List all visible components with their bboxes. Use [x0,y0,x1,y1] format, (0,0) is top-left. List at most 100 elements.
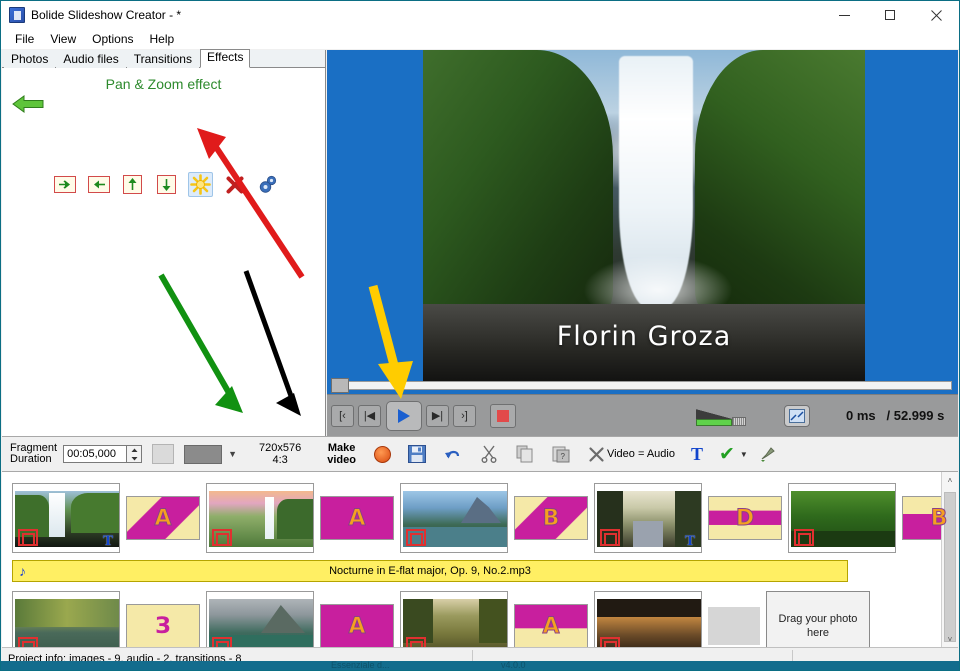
color-swatch-dark[interactable] [184,444,223,464]
pan-left-button[interactable] [86,172,111,197]
preview-image: Florin Groza [423,50,865,384]
cut-button[interactable] [479,444,499,464]
photo-thumb-2[interactable] [206,483,314,553]
next-frame-button[interactable]: ▶| [426,404,449,427]
effect-badge [212,637,232,647]
editor-toolbar: Fragment Duration ▼ 720x576 4:3 Make vid… [2,436,958,472]
apply-button[interactable]: ✔ [719,445,735,464]
transition-letter: B [930,505,948,531]
paste-icon: ? [552,446,570,463]
empty-slot[interactable] [708,607,760,645]
play-button[interactable] [386,400,422,431]
brush-icon [760,447,775,462]
zoom-burst-button[interactable] [188,172,213,197]
transition-thumb-8[interactable]: A [514,604,588,647]
tab-transitions[interactable]: Transitions [126,50,199,68]
transition-letter: A [348,505,366,531]
seek-thumb[interactable] [331,378,349,393]
paste-button[interactable]: ? [551,444,571,464]
copy-button[interactable] [515,444,535,464]
transition-thumb-7[interactable]: A [320,604,394,647]
color-dropdown-caret[interactable]: ▼ [228,449,237,459]
effect-settings-button[interactable] [256,172,281,197]
tab-effects[interactable]: Effects [199,49,251,68]
pan-left-icon [87,176,110,193]
scroll-up-button[interactable]: ˄ [942,472,958,488]
color-swatch-light[interactable] [152,444,175,464]
close-button[interactable] [913,1,959,29]
photo-thumb-1[interactable]: T [12,483,120,553]
photo-thumb-5[interactable] [788,483,896,553]
pan-down-icon [157,175,176,194]
transition-thumb-2[interactable]: A [320,496,394,540]
burn-disc-button[interactable] [373,445,391,463]
resolution-display[interactable]: 720x576 4:3 [259,442,301,466]
pan-right-icon [53,176,76,193]
delete-button[interactable] [587,444,607,464]
transition-thumb-1[interactable]: A [126,496,200,540]
transition-thumb-3[interactable]: B [514,496,588,540]
transition-letter: A [348,613,366,639]
volume-handle[interactable] [732,416,746,426]
fragment-duration-stepper[interactable] [127,445,143,463]
undo-button[interactable] [443,444,463,464]
go-to-start-button[interactable]: [‹ [331,404,354,427]
photo-thumb-4[interactable]: T [594,483,702,553]
scroll-down-button[interactable]: ˅ [942,631,958,647]
pan-down-button[interactable] [154,172,179,197]
transition-thumb-4[interactable]: D [708,496,782,540]
minimize-button[interactable] [821,1,867,29]
tab-strip: Photos Audio files Transitions Effects [2,49,325,68]
remove-effect-icon [226,176,243,193]
tab-audio-files[interactable]: Audio files [56,50,126,68]
drop-photo-placeholder[interactable]: Drag your photo here [766,591,870,647]
photo-thumb-7[interactable] [206,591,314,647]
save-button[interactable] [407,444,427,464]
background-window-left-text: Essenziale d... [331,660,390,670]
timeline-strip-1: T A A B T D B [2,482,958,554]
stop-button[interactable] [490,403,516,428]
make-video-line1: Make [327,442,356,454]
pane-title: Pan & Zoom effect [105,76,222,92]
player-controls: [‹ |◀ ▶| ›] 0 ms / 52.999 s [327,394,958,436]
make-video-button[interactable]: Make video [327,442,356,466]
photo-thumb-6[interactable] [12,591,120,647]
fragment-duration-input[interactable] [63,445,128,463]
fullscreen-button[interactable] [784,404,810,427]
text-badge: T [102,533,113,549]
fullscreen-icon [789,408,805,423]
transition-thumb-6[interactable]: З [126,604,200,647]
play-icon [398,408,410,423]
menu-file[interactable]: File [7,30,42,48]
menu-help[interactable]: Help [142,30,183,48]
seek-track[interactable] [331,381,952,390]
photo-thumb-8[interactable] [400,591,508,647]
volume-slider[interactable] [696,406,752,426]
back-arrow-icon [12,95,44,113]
menu-options[interactable]: Options [84,30,141,48]
apply-dropdown-caret[interactable]: ▼ [740,450,748,459]
fragment-duration-label: Fragment Duration [10,443,57,465]
audio-clip[interactable]: ♪ Nocturne in E-flat major, Op. 9, No.2.… [12,560,848,582]
timeline[interactable]: T A A B T D B ♪ Nocturne in E-flat major… [2,472,958,647]
pan-right-button[interactable] [52,172,77,197]
previous-frame-button[interactable]: |◀ [358,404,381,427]
go-to-end-button[interactable]: ›] [453,404,476,427]
timeline-scrollbar[interactable]: ˄ ˅ [941,472,958,647]
maximize-button[interactable] [867,1,913,29]
seek-bar[interactable] [327,377,958,393]
title-bar: Bolide Slideshow Creator - * [1,1,959,29]
effect-settings-icon [259,175,277,193]
brush-button[interactable] [758,444,778,464]
photo-thumb-3[interactable] [400,483,508,553]
video-audio-status: Video = Audio [606,448,675,460]
menu-view[interactable]: View [42,30,84,48]
tab-photos[interactable]: Photos [4,50,56,68]
pan-up-button[interactable] [120,172,145,197]
text-tool-button[interactable]: T [691,444,703,465]
app-icon [9,6,25,23]
photo-thumb-9[interactable] [594,591,702,647]
transition-letter: A [154,505,172,531]
remove-effect-button[interactable] [222,172,247,197]
back-arrow-button[interactable] [12,94,44,114]
